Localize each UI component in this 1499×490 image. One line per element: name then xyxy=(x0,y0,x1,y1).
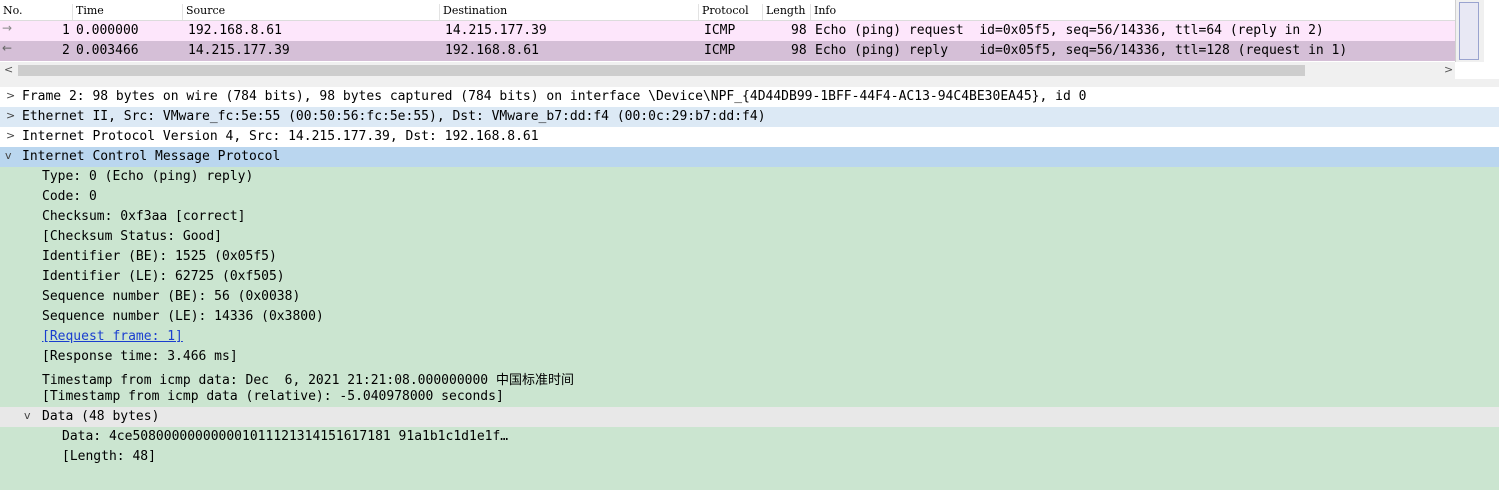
field-text: Timestamp from icmp data: Dec 6, 2021 21… xyxy=(42,373,574,388)
field-text: Data: 4ce5080000000000010111213141516171… xyxy=(62,429,509,444)
tree-item-icmp-code[interactable]: Code: 0 xyxy=(0,187,1499,207)
tree-item-response-time[interactable]: [Response time: 3.466 ms] xyxy=(0,347,1499,367)
column-header-info[interactable]: Info xyxy=(811,4,1455,20)
tree-item-data-bytes[interactable]: Data: 4ce5080000000000010111213141516171… xyxy=(0,427,1499,447)
packet-info: Echo (ping) request id=0x05f5, seq=56/14… xyxy=(815,23,1324,38)
tree-item-identifier-le[interactable]: Identifier (LE): 62725 (0xf505) xyxy=(0,267,1499,287)
tree-item-icmp[interactable]: v Internet Control Message Protocol xyxy=(0,147,1499,167)
scroll-right-icon[interactable]: > xyxy=(1444,63,1453,76)
packet-protocol: ICMP xyxy=(704,23,736,38)
column-header-length[interactable]: Length xyxy=(763,4,811,20)
tree-item-ip[interactable]: > Internet Protocol Version 4, Src: 14.2… xyxy=(0,127,1499,147)
collapsed-chevron-icon[interactable]: > xyxy=(6,129,15,142)
data-summary: Data (48 bytes) xyxy=(42,409,160,424)
field-text: [Timestamp from icmp data (relative): -5… xyxy=(42,389,504,404)
packet-length: 98 xyxy=(791,43,807,58)
field-text: Type: 0 (Echo (ping) reply) xyxy=(42,169,254,184)
tree-item-data-length[interactable]: [Length: 48] xyxy=(0,447,1499,467)
packet-row-selected[interactable]: ← 2 0.003466 14.215.177.39 192.168.8.61 … xyxy=(0,41,1455,61)
tree-item-timestamp[interactable]: Timestamp from icmp data: Dec 6, 2021 21… xyxy=(0,367,1499,388)
packet-list-horizontal-scrollbar[interactable]: < > xyxy=(0,62,1455,79)
column-header-no[interactable]: No. xyxy=(0,4,73,20)
packet-length: 98 xyxy=(791,23,807,38)
packet-destination: 192.168.8.61 xyxy=(445,43,539,58)
scroll-left-icon[interactable]: < xyxy=(4,63,13,76)
column-header-destination[interactable]: Destination xyxy=(440,4,699,20)
packet-no: 1 xyxy=(62,23,70,38)
frame-summary: Frame 2: 98 bytes on wire (784 bits), 98… xyxy=(22,89,1087,104)
packet-no: 2 xyxy=(62,43,70,58)
pane-splitter[interactable] xyxy=(0,79,1499,87)
column-header-protocol[interactable]: Protocol xyxy=(699,4,763,20)
request-arrow-icon: → xyxy=(2,21,13,35)
packet-info: Echo (ping) reply id=0x05f5, seq=56/1433… xyxy=(815,43,1348,58)
packet-source: 192.168.8.61 xyxy=(188,23,282,38)
horizontal-scroll-thumb[interactable] xyxy=(18,65,1305,76)
expanded-chevron-icon[interactable]: v xyxy=(24,409,31,422)
packet-source: 14.215.177.39 xyxy=(188,43,290,58)
field-text: Identifier (LE): 62725 (0xf505) xyxy=(42,269,285,284)
field-text: [Response time: 3.466 ms] xyxy=(42,349,238,364)
field-text: [Length: 48] xyxy=(62,449,156,464)
request-frame-link[interactable]: [Request frame: 1] xyxy=(42,329,183,344)
packet-destination: 14.215.177.39 xyxy=(445,23,547,38)
tree-item-icmp-checksum[interactable]: Checksum: 0xf3aa [correct] xyxy=(0,207,1499,227)
packet-list-pane: No. Time Source Destination Protocol Len… xyxy=(0,0,1499,79)
packet-row[interactable]: → 1 0.000000 192.168.8.61 14.215.177.39 … xyxy=(0,21,1455,41)
ethernet-summary: Ethernet II, Src: VMware_fc:5e:55 (00:50… xyxy=(22,109,766,124)
tree-item-frame[interactable]: > Frame 2: 98 bytes on wire (784 bits), … xyxy=(0,87,1499,107)
packet-time: 0.000000 xyxy=(76,23,139,38)
column-header-source[interactable]: Source xyxy=(183,4,440,20)
tree-item-sequence-be[interactable]: Sequence number (BE): 56 (0x0038) xyxy=(0,287,1499,307)
field-text: Sequence number (LE): 14336 (0x3800) xyxy=(42,309,324,324)
tree-item-sequence-le[interactable]: Sequence number (LE): 14336 (0x3800) xyxy=(0,307,1499,327)
field-text: Checksum: 0xf3aa [correct] xyxy=(42,209,246,224)
tree-item-icmp-type[interactable]: Type: 0 (Echo (ping) reply) xyxy=(0,167,1499,187)
vertical-scroll-thumb[interactable] xyxy=(1459,2,1479,60)
tree-item-request-frame[interactable]: [Request frame: 1] xyxy=(0,327,1499,347)
packet-details-pane: > Frame 2: 98 bytes on wire (784 bits), … xyxy=(0,87,1499,490)
packet-time: 0.003466 xyxy=(76,43,139,58)
field-text: Identifier (BE): 1525 (0x05f5) xyxy=(42,249,277,264)
packet-list-header: No. Time Source Destination Protocol Len… xyxy=(0,0,1455,21)
tree-item-checksum-status[interactable]: [Checksum Status: Good] xyxy=(0,227,1499,247)
column-header-time[interactable]: Time xyxy=(73,4,183,20)
reply-arrow-icon: ← xyxy=(2,41,13,55)
tree-item-data[interactable]: v Data (48 bytes) xyxy=(0,407,1499,427)
expanded-chevron-icon[interactable]: v xyxy=(5,149,12,162)
field-text: [Checksum Status: Good] xyxy=(42,229,223,244)
collapsed-chevron-icon[interactable]: > xyxy=(6,109,15,122)
ip-summary: Internet Protocol Version 4, Src: 14.215… xyxy=(22,129,539,144)
field-text: Code: 0 xyxy=(42,189,97,204)
tree-item-timestamp-relative[interactable]: [Timestamp from icmp data (relative): -5… xyxy=(0,387,1499,407)
tree-item-identifier-be[interactable]: Identifier (BE): 1525 (0x05f5) xyxy=(0,247,1499,267)
collapsed-chevron-icon[interactable]: > xyxy=(6,89,15,102)
packet-list-vertical-scrollbar[interactable] xyxy=(1455,0,1484,62)
tree-item-ethernet[interactable]: > Ethernet II, Src: VMware_fc:5e:55 (00:… xyxy=(0,107,1499,127)
icmp-summary: Internet Control Message Protocol xyxy=(22,149,281,164)
packet-protocol: ICMP xyxy=(704,43,736,58)
field-text: Sequence number (BE): 56 (0x0038) xyxy=(42,289,301,304)
